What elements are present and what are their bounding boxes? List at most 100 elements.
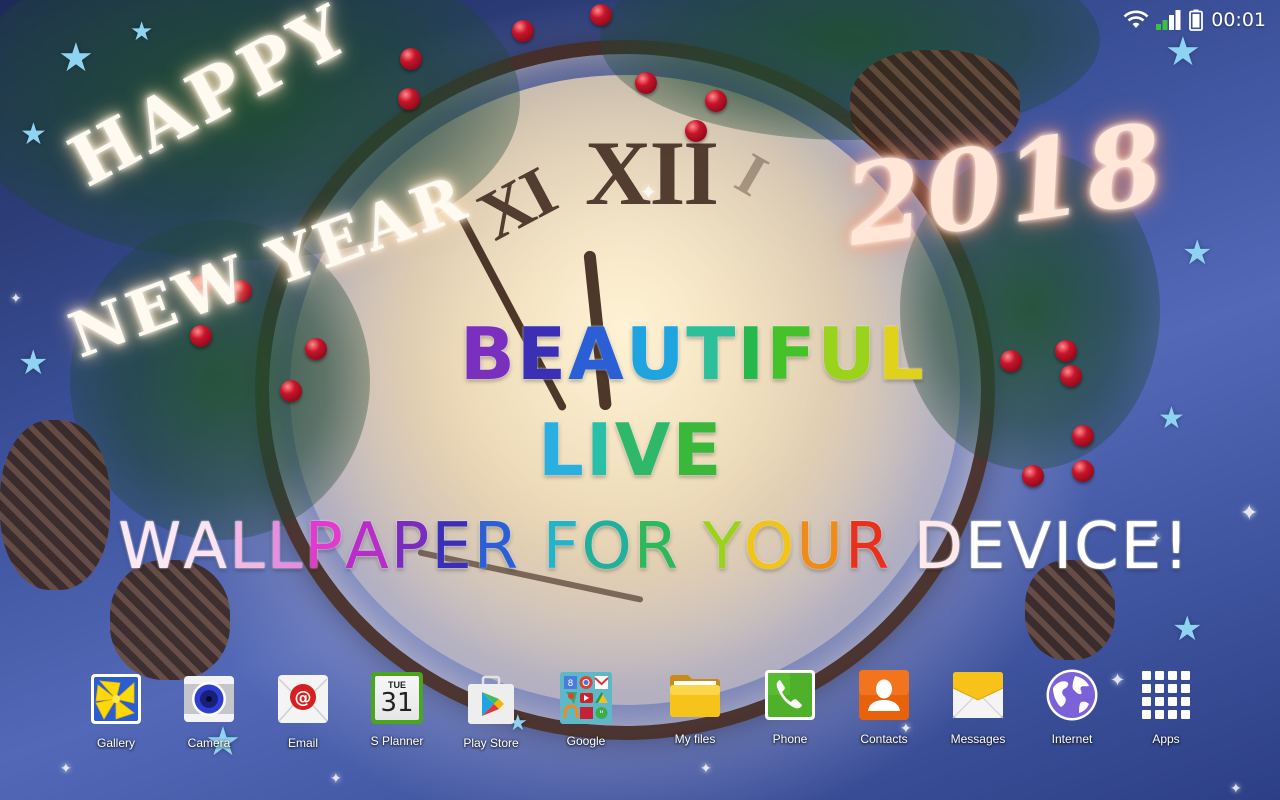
sparkle: ✦ <box>640 182 657 204</box>
holly-berry <box>512 20 534 42</box>
holly-berry <box>1072 460 1094 482</box>
battery-icon <box>1189 9 1204 31</box>
star-decoration: ★ <box>1158 402 1185 435</box>
promo-letter: V <box>614 408 673 492</box>
app-email[interactable]: @ Email <box>258 672 348 750</box>
promo-letter: U <box>796 510 845 584</box>
app-label: Phone <box>772 732 808 746</box>
promo-letter <box>520 510 542 584</box>
sparkle: ✦ <box>700 760 712 776</box>
sparkle: ✦ <box>1230 780 1242 796</box>
holly-berry <box>1022 465 1044 487</box>
status-time: 00:01 <box>1211 9 1266 31</box>
svg-text:8: 8 <box>568 679 574 689</box>
app-phone[interactable]: Phone <box>745 668 835 746</box>
contacts-icon <box>857 668 911 722</box>
promo-letter: I <box>585 408 615 492</box>
app-label: Email <box>287 736 318 750</box>
cellular-signal-icon <box>1155 9 1183 31</box>
promo-letter: F <box>542 510 582 584</box>
promo-letter: I <box>1053 510 1075 584</box>
promo-letter: C <box>1074 510 1121 584</box>
promo-letter: O <box>581 510 634 584</box>
promo-letter: A <box>344 510 391 584</box>
app-label: Apps <box>1152 732 1180 746</box>
email-icon: @ <box>276 672 330 726</box>
app-grid-icon <box>1139 668 1193 722</box>
app-label: Play Store <box>463 736 519 750</box>
promo-letter: R <box>844 510 892 584</box>
promo-letter: V <box>1007 510 1054 584</box>
app-drawer-button[interactable]: Apps <box>1121 668 1211 746</box>
app-label: Contacts <box>860 732 908 746</box>
promo-letter: R <box>473 510 521 584</box>
globe-icon <box>1045 668 1099 722</box>
sparkle: ✦ <box>1240 500 1259 525</box>
pine-cone <box>0 420 110 590</box>
calendar-icon: TUE 31 <box>371 672 423 724</box>
star-decoration: ★ <box>20 118 47 151</box>
star-decoration: ★ <box>1172 610 1203 648</box>
promo-letter: E <box>672 408 724 492</box>
holly-berry <box>590 4 612 26</box>
star-decoration: ★ <box>1182 234 1213 272</box>
holly-berry <box>1072 425 1094 447</box>
promo-letter: A <box>568 312 626 396</box>
star-decoration: ★ <box>130 16 154 46</box>
app-label: Gallery <box>96 736 135 750</box>
sparkle: ✦ <box>60 760 72 776</box>
app-google-folder[interactable]: 8 " Google <box>541 672 631 748</box>
app-gallery[interactable]: Gallery <box>71 672 161 750</box>
google-folder-icon: 8 " <box>560 672 612 724</box>
app-play-store[interactable]: Play Store <box>446 672 536 750</box>
app-label: Google <box>566 734 606 748</box>
promo-letter: E <box>1120 510 1164 584</box>
camera-icon <box>182 672 236 726</box>
home-dock: Gallery Camera @ Email TUE 31 S Planner … <box>0 669 1280 762</box>
svg-text:@: @ <box>295 688 312 708</box>
promo-letter: W <box>118 510 184 584</box>
app-label: Camera <box>187 736 231 750</box>
status-bar: 00:01 <box>1123 0 1280 40</box>
promo-letter: L <box>229 510 267 584</box>
app-contacts[interactable]: Contacts <box>839 668 929 746</box>
promo-letter: I <box>737 312 767 396</box>
svg-text:": " <box>599 710 603 720</box>
app-camera[interactable]: Camera <box>164 672 254 750</box>
promo-letter: B <box>460 312 517 396</box>
promo-letter: E <box>516 312 569 396</box>
promo-letter <box>891 510 913 584</box>
promo-letter: A <box>183 510 230 584</box>
app-internet[interactable]: Internet <box>1027 668 1117 746</box>
promo-letter: T <box>686 312 738 396</box>
holly-berry <box>685 120 707 142</box>
promo-letter: P <box>304 510 345 584</box>
promo-line-live: LIVE <box>538 408 724 492</box>
promo-letter: D <box>913 510 965 584</box>
folder-icon <box>668 668 722 722</box>
app-my-files[interactable]: My files <box>650 668 740 746</box>
promo-letter: P <box>390 510 432 584</box>
promo-letter: R <box>633 510 681 584</box>
app-label: Messages <box>950 732 1006 746</box>
promo-letter: L <box>266 510 305 584</box>
promo-letter: Y <box>702 510 744 584</box>
app-messages[interactable]: Messages <box>933 668 1023 746</box>
app-label: S Planner <box>370 734 424 748</box>
play-store-icon <box>464 672 518 726</box>
promo-letter: O <box>743 510 797 584</box>
app-s-planner[interactable]: TUE 31 S Planner <box>352 672 442 748</box>
promo-letter <box>680 510 702 584</box>
promo-letter: L <box>538 408 586 492</box>
promo-letter: U <box>817 312 878 396</box>
phone-icon <box>763 668 817 722</box>
star-decoration: ★ <box>18 344 49 382</box>
promo-letter: E <box>965 510 1008 584</box>
promo-letter: E <box>431 510 474 584</box>
promo-line-wallpaper-for-your-device: WALLPAPER FOR YOUR DEVICE! <box>118 510 1191 584</box>
promo-letter: U <box>625 312 687 396</box>
holly-berry <box>1000 350 1022 372</box>
holly-berry <box>305 338 327 360</box>
holly-berry <box>398 88 420 110</box>
holly-berry <box>705 90 727 112</box>
